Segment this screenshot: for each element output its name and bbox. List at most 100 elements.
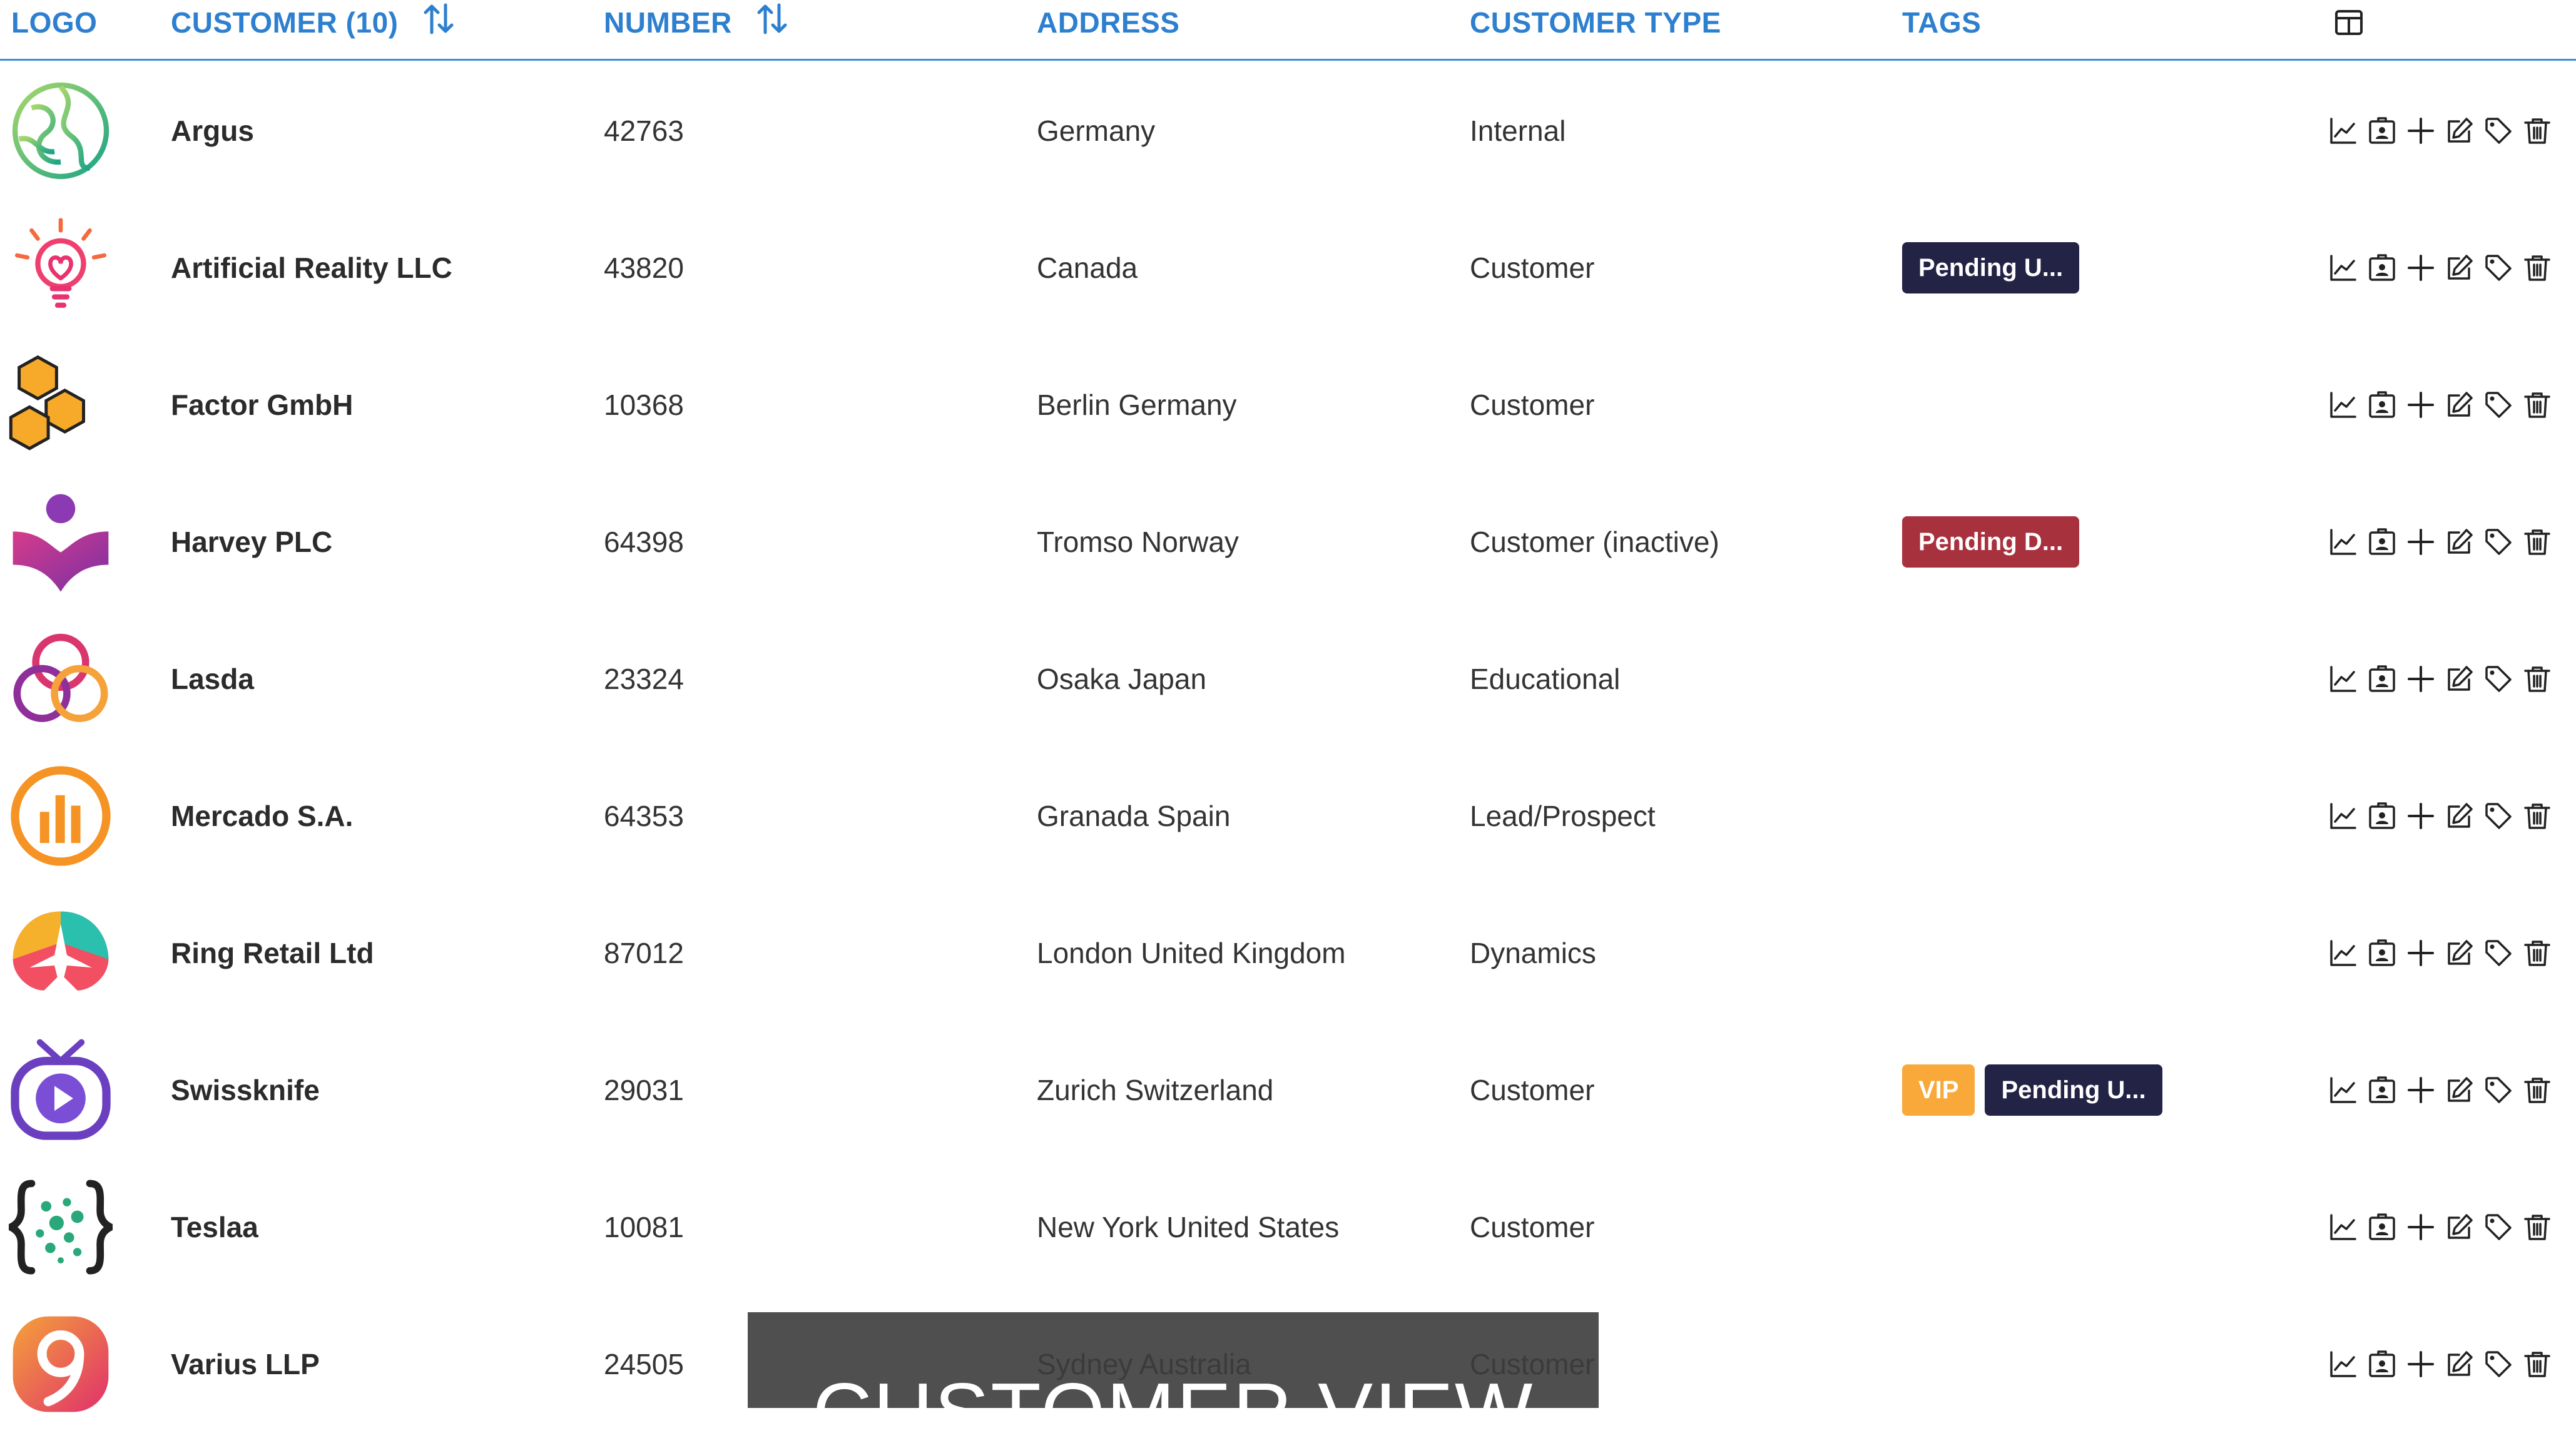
tag-badge[interactable]: Pending D... [1902, 516, 2080, 568]
table-row[interactable]: Factor GmbH 10368 Berlin Germany Customer [0, 337, 2576, 474]
chart-icon[interactable] [2329, 253, 2358, 282]
trash-icon[interactable] [2523, 1350, 2552, 1379]
contact-card-icon[interactable] [2368, 665, 2396, 693]
contact-card-icon[interactable] [2368, 1213, 2396, 1242]
tag-icon[interactable] [2484, 528, 2513, 556]
header-address[interactable]: ADDRESS [1037, 0, 1179, 45]
table-row[interactable]: Harvey PLC 64398 Tromso Norway Customer (in… [0, 474, 2576, 611]
tag-icon[interactable] [2484, 665, 2513, 693]
header-customer-type[interactable]: CUSTOMER TYPE [1470, 0, 1721, 45]
contact-card-icon[interactable] [2368, 1076, 2396, 1104]
plus-icon[interactable] [2406, 253, 2435, 282]
tag-icon[interactable] [2484, 1213, 2513, 1242]
chart-icon[interactable] [2329, 1076, 2358, 1104]
plus-icon[interactable] [2406, 1350, 2435, 1379]
table-row[interactable]: Lasda 23324 Osaka Japan Educational [0, 611, 2576, 748]
edit-icon[interactable] [2445, 1076, 2474, 1104]
chart-icon[interactable] [2329, 116, 2358, 145]
customer-name[interactable]: Mercado S.A. [171, 799, 353, 833]
tag-badge[interactable]: Pending U... [1902, 242, 2080, 293]
chart-icon[interactable] [2329, 802, 2358, 830]
tag-badge[interactable]: Pending U... [1985, 1064, 2162, 1116]
contact-card-icon[interactable] [2368, 116, 2396, 145]
tag-icon[interactable] [2484, 1076, 2513, 1104]
customer-type: Customer (inactive) [1470, 526, 1719, 558]
table-row[interactable]: Swissknife 29031 Zurich Switzerland Custome… [0, 1022, 2576, 1159]
trash-icon[interactable] [2523, 253, 2552, 282]
plus-icon[interactable] [2406, 802, 2435, 830]
contact-card-icon[interactable] [2368, 939, 2396, 967]
plus-icon[interactable] [2406, 390, 2435, 419]
edit-icon[interactable] [2445, 116, 2474, 145]
customer-name[interactable]: Argus [171, 114, 254, 148]
customer-name[interactable]: Teslaa [171, 1210, 258, 1244]
customer-name[interactable]: Factor GmbH [171, 388, 353, 422]
sort-icon[interactable] [423, 3, 454, 48]
trash-icon[interactable] [2523, 528, 2552, 556]
trash-icon[interactable] [2523, 390, 2552, 419]
tag-icon[interactable] [2484, 1350, 2513, 1379]
table-row[interactable]: Mercado S.A. 64353 Granada Spain Lead/Prosp… [0, 748, 2576, 885]
tag-icon[interactable] [2484, 253, 2513, 282]
edit-icon[interactable] [2445, 1350, 2474, 1379]
customer-number: 23324 [604, 663, 684, 695]
plus-icon[interactable] [2406, 1076, 2435, 1104]
contact-card-icon[interactable] [2368, 390, 2396, 419]
plus-icon[interactable] [2406, 665, 2435, 693]
customer-name[interactable]: Harvey PLC [171, 525, 332, 559]
chart-icon[interactable] [2329, 665, 2358, 693]
trash-icon[interactable] [2523, 939, 2552, 967]
tag-icon[interactable] [2484, 116, 2513, 145]
edit-icon[interactable] [2445, 390, 2474, 419]
table-row[interactable]: Ring Retail Ltd 87012 London United Kingdo… [0, 885, 2576, 1022]
edit-icon[interactable] [2445, 1213, 2474, 1242]
table-row[interactable]: Teslaa 10081 New York United States Custome… [0, 1159, 2576, 1296]
tag-icon[interactable] [2484, 802, 2513, 830]
trefoil-logo [9, 627, 113, 731]
argus-logo [9, 79, 113, 183]
customer-name[interactable]: Artificial Reality LLC [171, 251, 452, 285]
braces-logo [3, 1175, 119, 1279]
trash-icon[interactable] [2523, 1213, 2552, 1242]
customer-name[interactable]: Lasda [171, 662, 254, 696]
chart-icon[interactable] [2329, 528, 2358, 556]
trash-icon[interactable] [2523, 116, 2552, 145]
header-customer[interactable]: CUSTOMER (10) [171, 0, 454, 45]
edit-icon[interactable] [2445, 528, 2474, 556]
contact-card-icon[interactable] [2368, 802, 2396, 830]
chart-icon[interactable] [2329, 1350, 2358, 1379]
customer-name[interactable]: Varius LLP [171, 1347, 320, 1381]
edit-icon[interactable] [2445, 939, 2474, 967]
tag-badge[interactable]: VIP [1902, 1064, 1975, 1116]
customer-number: 43820 [604, 252, 684, 284]
header-number[interactable]: NUMBER [604, 0, 788, 45]
table-row[interactable]: Argus 42763 Germany Internal [0, 63, 2576, 200]
chart-icon[interactable] [2329, 939, 2358, 967]
tag-icon[interactable] [2484, 390, 2513, 419]
plus-icon[interactable] [2406, 528, 2435, 556]
plus-icon[interactable] [2406, 1213, 2435, 1242]
trash-icon[interactable] [2523, 665, 2552, 693]
sort-icon[interactable] [756, 3, 788, 48]
contact-card-icon[interactable] [2368, 253, 2396, 282]
row-actions [2329, 116, 2552, 145]
trash-icon[interactable] [2523, 1076, 2552, 1104]
chart-icon[interactable] [2329, 1213, 2358, 1242]
trash-icon[interactable] [2523, 802, 2552, 830]
edit-icon[interactable] [2445, 802, 2474, 830]
contact-card-icon[interactable] [2368, 528, 2396, 556]
row-actions [2329, 1076, 2552, 1104]
customer-name[interactable]: Ring Retail Ltd [171, 936, 374, 970]
plus-icon[interactable] [2406, 116, 2435, 145]
contact-card-icon[interactable] [2368, 1350, 2396, 1379]
edit-icon[interactable] [2445, 665, 2474, 693]
plus-icon[interactable] [2406, 939, 2435, 967]
columns-icon[interactable] [2334, 8, 2363, 37]
header-tags[interactable]: TAGS [1902, 0, 1981, 45]
tag-icon[interactable] [2484, 939, 2513, 967]
customer-number: 10368 [604, 389, 684, 421]
edit-icon[interactable] [2445, 253, 2474, 282]
customer-name[interactable]: Swissknife [171, 1073, 320, 1107]
chart-icon[interactable] [2329, 390, 2358, 419]
table-row[interactable]: Artificial Reality LLC 43820 Canada Custome… [0, 200, 2576, 337]
